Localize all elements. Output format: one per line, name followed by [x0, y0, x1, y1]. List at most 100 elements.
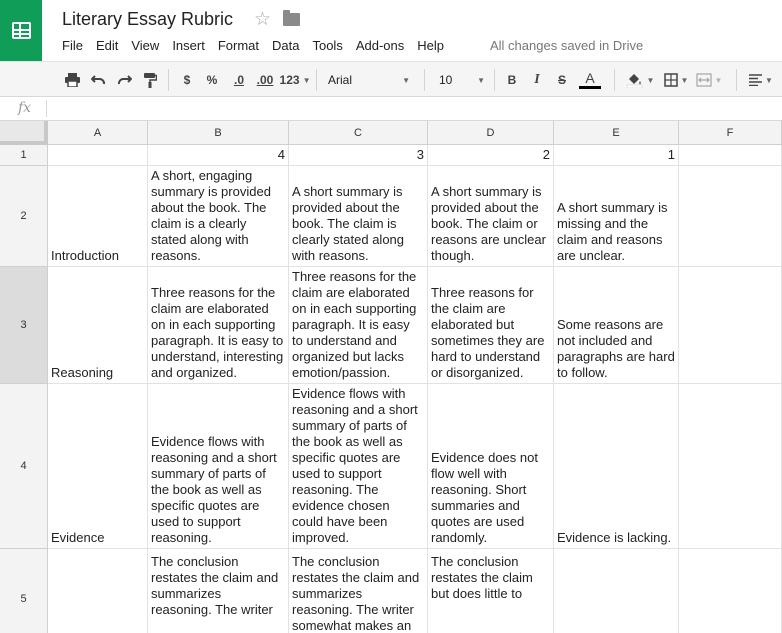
borders-icon	[663, 73, 678, 87]
cell-d2[interactable]: A short summary is provided about the bo…	[428, 166, 554, 267]
cell-d1[interactable]: 2	[428, 145, 554, 166]
cell-c4[interactable]: Evidence flows with reasoning and a shor…	[289, 384, 428, 549]
fill-color-button[interactable]: ▼	[624, 69, 656, 91]
chevron-down-icon: ▼	[302, 75, 311, 85]
more-formats-dropdown[interactable]: 123 ▼	[279, 69, 311, 91]
column-header-f[interactable]: F	[679, 121, 782, 145]
bold-button[interactable]: B	[503, 69, 521, 91]
paint-bucket-icon	[626, 74, 642, 88]
cell-b1[interactable]: 4	[148, 145, 289, 166]
cell-e2[interactable]: A short summary is missing and the claim…	[554, 166, 679, 267]
toolbar: $ % .0 .00 123 ▼ Arial ▼ 10 ▼ B I S A ▼ ▼ ▼…	[0, 61, 782, 97]
column-header-b[interactable]: B	[148, 121, 289, 145]
cell-text: A short summary is provided about the bo…	[431, 184, 546, 263]
cell-c2[interactable]: A short summary is provided about the bo…	[289, 166, 428, 267]
row-header-2[interactable]: 2	[0, 166, 48, 267]
currency-format-button[interactable]: $	[178, 69, 196, 91]
print-icon[interactable]	[62, 69, 82, 91]
cell-b4[interactable]: Evidence flows with reasoning and a shor…	[148, 384, 289, 549]
save-status[interactable]: All changes saved in Drive	[490, 38, 643, 53]
sheets-logo-icon[interactable]	[0, 0, 42, 61]
text-color-button[interactable]: A	[577, 69, 603, 91]
row-header-1[interactable]: 1	[0, 145, 48, 166]
cell-f4[interactable]	[679, 384, 782, 549]
font-family-value: Arial	[328, 73, 353, 87]
cell-d5[interactable]: The conclusion restates the claim but do…	[428, 549, 554, 633]
cell-d3[interactable]: Three reasons for the claim are elaborat…	[428, 267, 554, 384]
cell-c3[interactable]: Three reasons for the claim are elaborat…	[289, 267, 428, 384]
chevron-down-icon: ▼	[765, 75, 773, 85]
font-family-dropdown[interactable]: Arial ▼	[328, 69, 410, 91]
cell-c1[interactable]: 3	[289, 145, 428, 166]
cell-text: The conclusion restates the claim and su…	[151, 554, 279, 617]
chevron-down-icon: ▼	[477, 75, 485, 85]
cell-b5[interactable]: The conclusion restates the claim and su…	[148, 549, 289, 633]
chevron-down-icon: ▼	[646, 75, 655, 85]
column-header-e[interactable]: E	[554, 121, 679, 145]
cell-text: Evidence flows with reasoning and a shor…	[151, 434, 277, 545]
font-size-dropdown[interactable]: 10 ▼	[439, 69, 485, 91]
menu-data[interactable]: Data	[272, 38, 299, 53]
menu-format[interactable]: Format	[218, 38, 259, 53]
cell-d4[interactable]: Evidence does not flow well with reasoni…	[428, 384, 554, 549]
formula-bar: fx	[0, 97, 782, 121]
cell-text: The conclusion restates the claim and su…	[292, 554, 420, 633]
paint-format-icon[interactable]	[140, 69, 160, 91]
cell-a5[interactable]	[48, 549, 148, 633]
cell-text: A short, engaging summary is provided ab…	[151, 168, 271, 263]
cell-f2[interactable]	[679, 166, 782, 267]
horizontal-align-button[interactable]: ▼	[746, 69, 776, 91]
cell-e4[interactable]: Evidence is lacking.	[554, 384, 679, 549]
menu-view[interactable]: View	[131, 38, 159, 53]
app-header: Literary Essay Rubric ☆ File Edit View I…	[0, 0, 782, 61]
cell-text: Evidence	[51, 530, 105, 545]
decrease-decimals-button[interactable]: .0	[228, 69, 250, 91]
row-header-4[interactable]: 4	[0, 384, 48, 549]
folder-icon[interactable]	[283, 10, 300, 26]
cell-c5[interactable]: The conclusion restates the claim and su…	[289, 549, 428, 633]
cell-text: Introduction	[51, 248, 119, 263]
menu-edit[interactable]: Edit	[96, 38, 118, 53]
fx-icon: fx	[18, 100, 32, 116]
cell-e1[interactable]: 1	[554, 145, 679, 166]
undo-icon[interactable]	[88, 69, 108, 91]
cell-text: 2	[542, 147, 550, 162]
column-header-a[interactable]: A	[48, 121, 148, 145]
font-size-value: 10	[439, 73, 453, 87]
percent-format-button[interactable]: %	[203, 69, 221, 91]
cell-b3[interactable]: Three reasons for the claim are elaborat…	[148, 267, 289, 384]
row-header-3[interactable]: 3	[0, 267, 48, 384]
increase-decimals-button[interactable]: .00	[254, 69, 276, 91]
menu-file[interactable]: File	[62, 38, 83, 53]
menu-addons[interactable]: Add-ons	[356, 38, 404, 53]
redo-icon[interactable]	[114, 69, 134, 91]
cell-a4[interactable]: Evidence	[48, 384, 148, 549]
cell-f3[interactable]	[679, 267, 782, 384]
strikethrough-button[interactable]: S	[553, 69, 571, 91]
cell-e5[interactable]	[554, 549, 679, 633]
cell-text: Evidence does not flow well with reasoni…	[431, 450, 538, 545]
cell-a2[interactable]: Introduction	[48, 166, 148, 267]
select-all-corner[interactable]	[0, 121, 48, 145]
cell-f5[interactable]	[679, 549, 782, 633]
star-icon[interactable]: ☆	[254, 8, 271, 31]
cell-text: Three reasons for the claim are elaborat…	[431, 285, 545, 380]
menu-help[interactable]: Help	[417, 38, 444, 53]
merge-cells-button[interactable]: ▼	[694, 69, 724, 91]
more-formats-label: 123	[279, 73, 300, 87]
formula-input[interactable]	[52, 100, 772, 118]
column-header-c[interactable]: C	[289, 121, 428, 145]
menu-insert[interactable]: Insert	[172, 38, 205, 53]
column-header-d[interactable]: D	[428, 121, 554, 145]
row-header-5[interactable]: 5	[0, 549, 48, 633]
cell-e3[interactable]: Some reasons are not included and paragr…	[554, 267, 679, 384]
document-title[interactable]: Literary Essay Rubric	[62, 9, 233, 30]
cell-a1[interactable]	[48, 145, 148, 166]
italic-button[interactable]: I	[528, 69, 546, 91]
borders-button[interactable]: ▼	[662, 69, 690, 91]
cell-a3[interactable]: Reasoning	[48, 267, 148, 384]
cell-b2[interactable]: A short, engaging summary is provided ab…	[148, 166, 289, 267]
menu-tools[interactable]: Tools	[312, 38, 342, 53]
cell-f1[interactable]	[679, 145, 782, 166]
align-left-icon	[749, 74, 763, 86]
